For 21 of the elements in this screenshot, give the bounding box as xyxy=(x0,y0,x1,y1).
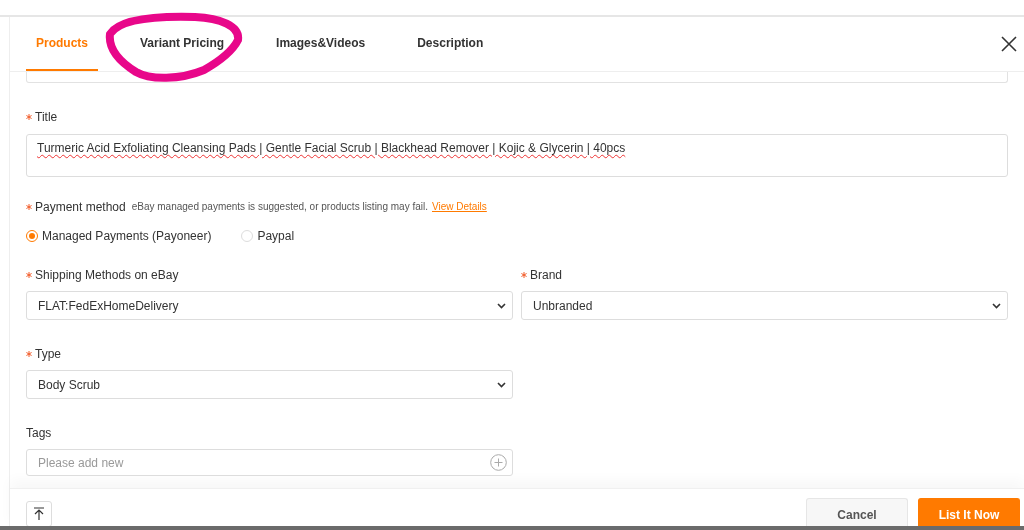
field-label: Payment method xyxy=(35,200,126,214)
tab[interactable]: Images&Videos xyxy=(266,17,376,71)
dropdown-field[interactable]: FLAT:FedExHomeDelivery xyxy=(26,291,513,320)
field-label: Tags xyxy=(26,426,52,440)
tab[interactable]: Description xyxy=(407,17,494,71)
dropdown-field[interactable]: Unbranded xyxy=(521,291,1008,320)
field-label: Title xyxy=(35,110,58,124)
field-label: Shipping Methods on eBay xyxy=(35,268,179,282)
back-to-top-icon[interactable] xyxy=(26,501,52,527)
chevron-icon xyxy=(497,381,506,388)
title-field[interactable]: Turmeric Acid Exfoliating Cleansing Pads | Gentle Facial Scrub | Blackhead Remover | Kojic & Glycerin | 40pcs xyxy=(26,134,1008,177)
radio-option[interactable]: Paypal xyxy=(241,229,295,243)
dropdown-field[interactable]: Body Scrub xyxy=(26,370,513,399)
chevron-icon xyxy=(497,302,506,309)
tags-field[interactable]: Please add new xyxy=(26,449,513,476)
radio-option[interactable]: Managed Payments (Payoneer) xyxy=(26,229,212,243)
close-icon[interactable] xyxy=(1000,35,1018,53)
field-label: Type xyxy=(35,347,61,361)
hint-text: eBay managed payments is suggested, or products listing may fail. xyxy=(131,201,428,212)
chevron-icon xyxy=(992,302,1001,309)
field-label: Brand xyxy=(530,268,563,282)
